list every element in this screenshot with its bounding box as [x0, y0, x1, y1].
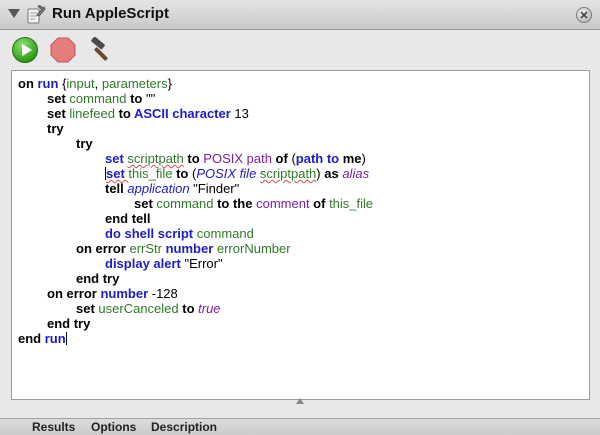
code-token: as — [320, 166, 343, 181]
code-token: comment — [256, 196, 310, 211]
code-token: end try — [76, 271, 120, 286]
code-token: do shell script — [105, 226, 194, 241]
code-token: this_file — [329, 196, 374, 211]
resize-handle-icon[interactable] — [296, 398, 304, 404]
tab-options[interactable]: Options — [91, 420, 136, 434]
disclosure-triangle-icon[interactable] — [8, 9, 20, 18]
code-token: to the — [213, 196, 257, 211]
run-button[interactable] — [12, 37, 38, 63]
code-token: command — [196, 226, 254, 241]
code-token: set — [47, 106, 70, 121]
code-line[interactable]: set scriptpath to POSIX path of (path to… — [105, 151, 366, 166]
script-editor[interactable]: on run {input, parameters} set command to… — [11, 70, 590, 400]
close-icon — [580, 11, 588, 19]
code-token: on — [18, 76, 38, 91]
code-token: to — [172, 166, 192, 181]
code-token: tell — [105, 181, 128, 196]
code-token: on error — [47, 286, 101, 301]
code-token: end try — [47, 316, 91, 331]
code-token: number — [100, 286, 149, 301]
code-token: -128 — [148, 286, 178, 301]
code-token: this_file — [128, 166, 173, 181]
code-token: "Finder" — [189, 181, 240, 196]
code-line[interactable]: do shell script command — [105, 226, 254, 241]
code-line[interactable]: try — [76, 136, 93, 151]
code-token: to — [114, 106, 134, 121]
code-token: , — [94, 76, 102, 91]
code-token: me — [339, 151, 362, 166]
code-token: 13 — [230, 106, 249, 121]
code-token: set — [47, 91, 70, 106]
code-line[interactable]: try — [47, 121, 64, 136]
compile-hammer-button[interactable] — [88, 37, 114, 63]
code-token: POSIX path — [203, 151, 272, 166]
action-footer-tabs: Results Options Description — [0, 418, 600, 435]
code-line[interactable]: end try — [47, 316, 90, 331]
code-line[interactable]: on error number -128 — [47, 286, 178, 301]
code-token: to — [178, 301, 199, 316]
code-token: command — [69, 91, 127, 106]
code-token: of — [271, 151, 292, 166]
tab-results[interactable]: Results — [32, 420, 75, 434]
code-token: scriptpath — [127, 151, 184, 166]
code-token: set — [105, 151, 128, 166]
code-token: try — [76, 136, 93, 151]
code-token: alias — [342, 166, 370, 181]
code-token: } — [167, 76, 172, 91]
code-line[interactable]: set userCanceled to true — [76, 301, 221, 316]
text-cursor — [65, 332, 67, 345]
code-line[interactable]: set command to the comment of this_file — [134, 196, 373, 211]
code-line[interactable]: tell application "Finder" — [105, 181, 239, 196]
script-toolbar — [0, 30, 600, 70]
code-token: "Error" — [180, 256, 223, 271]
code-line[interactable]: end try — [76, 271, 119, 286]
code-token: scriptpath — [259, 166, 317, 181]
code-token: end — [18, 331, 45, 346]
code-token: try — [47, 121, 64, 136]
code-token: parameters — [101, 76, 168, 91]
code-token: to — [126, 91, 146, 106]
code-token: ) — [361, 151, 366, 166]
code-line[interactable]: set this_file to (POSIX file scriptpath)… — [105, 166, 369, 181]
code-token: on error — [76, 241, 130, 256]
code-token: true — [198, 301, 221, 316]
code-token: linefeed — [69, 106, 115, 121]
close-action-button[interactable] — [576, 7, 592, 23]
code-token: command — [156, 196, 214, 211]
code-line[interactable]: on error errStr number errorNumber — [76, 241, 291, 256]
code-token: "" — [145, 91, 156, 106]
code-line[interactable]: set linefeed to ASCII character 13 — [47, 106, 249, 121]
code-line[interactable]: on run {input, parameters} — [18, 76, 172, 91]
stop-button[interactable] — [50, 37, 76, 63]
code-token: path to — [295, 151, 340, 166]
code-token: errorNumber — [216, 241, 291, 256]
code-token: end tell — [105, 211, 151, 226]
code-token: errStr — [129, 241, 162, 256]
code-token: to — [183, 151, 204, 166]
code-token: run — [37, 76, 59, 91]
code-token: run — [44, 331, 66, 346]
code-token: ASCII character — [133, 106, 231, 121]
code-token: set — [106, 166, 129, 181]
code-token: of — [309, 196, 330, 211]
applescript-icon — [27, 5, 46, 24]
code-token: number — [161, 241, 217, 256]
code-token: set — [134, 196, 157, 211]
code-line[interactable]: end run — [18, 331, 67, 346]
code-token: application — [127, 181, 190, 196]
action-titlebar: Run AppleScript — [0, 0, 600, 30]
code-line[interactable]: end tell — [105, 211, 151, 226]
action-title: Run AppleScript — [52, 5, 169, 22]
code-token: POSIX file — [196, 166, 257, 181]
tab-description[interactable]: Description — [151, 420, 217, 434]
code-token: userCanceled — [98, 301, 179, 316]
code-token: set — [76, 301, 99, 316]
code-token: input — [66, 76, 95, 91]
code-token: display alert — [105, 256, 181, 271]
code-line[interactable]: display alert "Error" — [105, 256, 223, 271]
code-line[interactable]: set command to "" — [47, 91, 155, 106]
